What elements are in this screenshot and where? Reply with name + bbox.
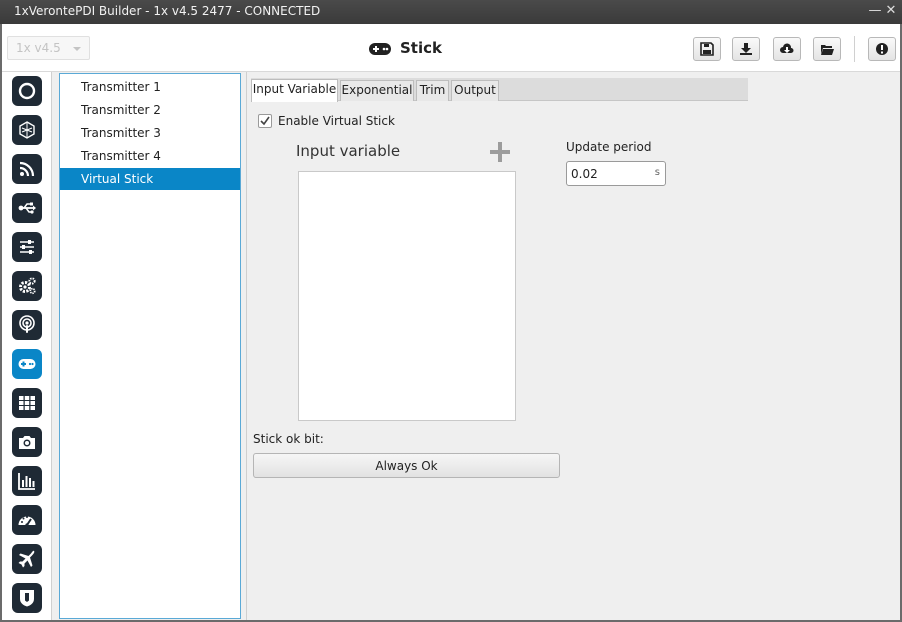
- sliders-icon: [20, 240, 34, 254]
- cloud-download-icon: [780, 43, 794, 53]
- plane-icon: [18, 550, 35, 568]
- version-select-value: 1x v4.5: [16, 41, 61, 55]
- download-button[interactable]: [732, 37, 760, 61]
- header-separator: [854, 36, 855, 62]
- list-item-transmitter-3[interactable]: Transmitter 3: [60, 122, 240, 144]
- tab-exponential[interactable]: Exponential: [340, 80, 414, 101]
- version-select[interactable]: 1x v4.5: [7, 36, 90, 60]
- tab-trim[interactable]: Trim: [416, 80, 449, 101]
- sidebar-item-camera[interactable]: [12, 427, 42, 457]
- sidebar-item-dashboard[interactable]: [12, 505, 42, 535]
- sidebar-item-usb[interactable]: [12, 193, 42, 223]
- update-period-unit: s: [654, 167, 660, 178]
- update-period-input[interactable]: [571, 165, 647, 182]
- sidebar-item-stick[interactable]: [12, 349, 42, 379]
- stick-ok-bit-label: Stick ok bit:: [253, 432, 324, 446]
- alert-button[interactable]: [868, 37, 896, 61]
- update-period-field[interactable]: s: [566, 161, 666, 186]
- tab-bar: Input Variable Exponential Trim Output: [251, 78, 748, 102]
- rss-icon: [19, 161, 35, 177]
- list-item-transmitter-2[interactable]: Transmitter 2: [60, 99, 240, 121]
- sidebar-item-hexagon[interactable]: [12, 115, 42, 145]
- enable-virtual-stick-label: Enable Virtual Stick: [278, 114, 395, 128]
- cloud-download-button[interactable]: [773, 37, 801, 61]
- sidebar-item-gears[interactable]: [12, 271, 42, 301]
- gears-icon: [19, 277, 36, 295]
- update-period-label: Update period: [566, 140, 652, 154]
- chevron-down-icon: [73, 47, 81, 51]
- list-item-transmitter-4[interactable]: Transmitter 4: [60, 145, 240, 167]
- input-variable-list[interactable]: [298, 171, 516, 421]
- open-folder-button[interactable]: [813, 37, 841, 61]
- grid-icon: [19, 396, 35, 410]
- input-variable-label: Input variable: [296, 142, 401, 160]
- add-variable-icon[interactable]: [490, 142, 510, 162]
- tab-input-variable[interactable]: Input Variable: [251, 79, 338, 102]
- minimize-icon[interactable]: —: [868, 2, 882, 20]
- shield-icon: [20, 590, 34, 607]
- save-button[interactable]: [693, 37, 721, 61]
- sidebar-item-podcast[interactable]: [12, 310, 42, 340]
- podcast-icon: [19, 315, 35, 333]
- hexagon-icon: [19, 121, 35, 139]
- stick-ok-bit-button[interactable]: Always Ok: [253, 453, 560, 478]
- bar-chart-icon: [18, 473, 35, 490]
- sidebar-icon-bar: [2, 72, 52, 620]
- sidebar-item-shield[interactable]: [12, 583, 42, 613]
- list-item-virtual-stick[interactable]: Virtual Stick: [60, 168, 240, 190]
- usb-icon: [18, 202, 36, 214]
- transmitter-list-panel: Transmitter 1 Transmitter 2 Transmitter …: [52, 72, 246, 620]
- save-icon: [700, 42, 714, 56]
- gamepad-icon: [369, 43, 391, 55]
- header: 1x v4.5 Stick: [2, 24, 900, 72]
- close-icon[interactable]: ✕: [884, 2, 898, 20]
- enable-virtual-stick-checkbox[interactable]: [258, 114, 272, 128]
- sidebar-item-settings-sliders[interactable]: [12, 232, 42, 262]
- checkmark-icon: [260, 116, 270, 126]
- sidebar-item-power[interactable]: [12, 76, 42, 106]
- title-bar: 1xVerontePDI Builder - 1x v4.5 2477 - CO…: [0, 0, 902, 24]
- sidebar-item-grid[interactable]: [12, 388, 42, 418]
- sidebar-item-plane[interactable]: [12, 544, 42, 574]
- tab-output[interactable]: Output: [451, 80, 499, 101]
- gamepad-icon: [18, 359, 36, 369]
- dashboard-icon: [18, 516, 36, 527]
- download-icon: [740, 43, 752, 55]
- transmitter-list: Transmitter 1 Transmitter 2 Transmitter …: [59, 73, 241, 619]
- list-item-transmitter-1[interactable]: Transmitter 1: [60, 76, 240, 98]
- sidebar-item-rss[interactable]: [12, 154, 42, 184]
- content-panel: Input Variable Exponential Trim Output E…: [246, 72, 900, 620]
- folder-open-icon: [821, 45, 834, 55]
- power-icon: [18, 82, 36, 100]
- camera-icon: [19, 436, 35, 449]
- page-title: Stick: [400, 39, 442, 57]
- sidebar-item-statistics[interactable]: [12, 466, 42, 496]
- window-title: 1xVerontePDI Builder - 1x v4.5 2477 - CO…: [14, 4, 321, 18]
- alert-icon: [876, 43, 888, 55]
